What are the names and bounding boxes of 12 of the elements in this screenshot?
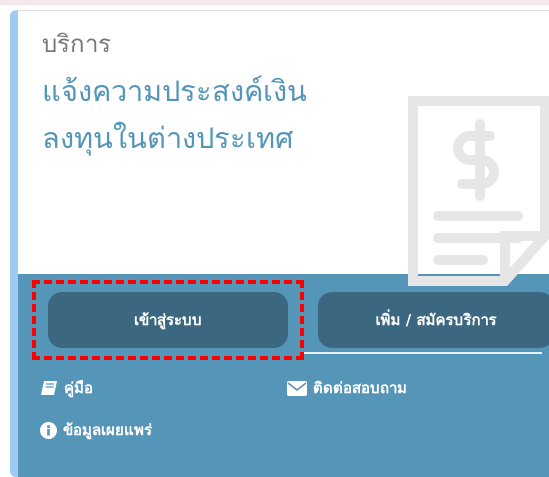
envelope-icon: [287, 380, 307, 396]
dollar-document-icon: [408, 96, 549, 286]
info-icon: [40, 422, 57, 438]
service-title: แจ้งความประสงค์เงิน: [42, 73, 308, 110]
category-label: บริการ: [42, 29, 112, 59]
footer-link[interactable]: คู่มือ: [40, 376, 287, 400]
login-button[interactable]: เข้าสู่ระบบ: [48, 292, 288, 348]
footer-link[interactable]: ติดต่อสอบถาม: [287, 376, 549, 400]
service-title: ลงทุนในต่างประเทศ: [42, 120, 294, 158]
register-button[interactable]: เพิ่ม / สมัครบริการ: [318, 292, 549, 348]
footer-link[interactable]: ข้อมูลเผยแพร่: [40, 418, 287, 442]
book-icon: [40, 380, 58, 396]
